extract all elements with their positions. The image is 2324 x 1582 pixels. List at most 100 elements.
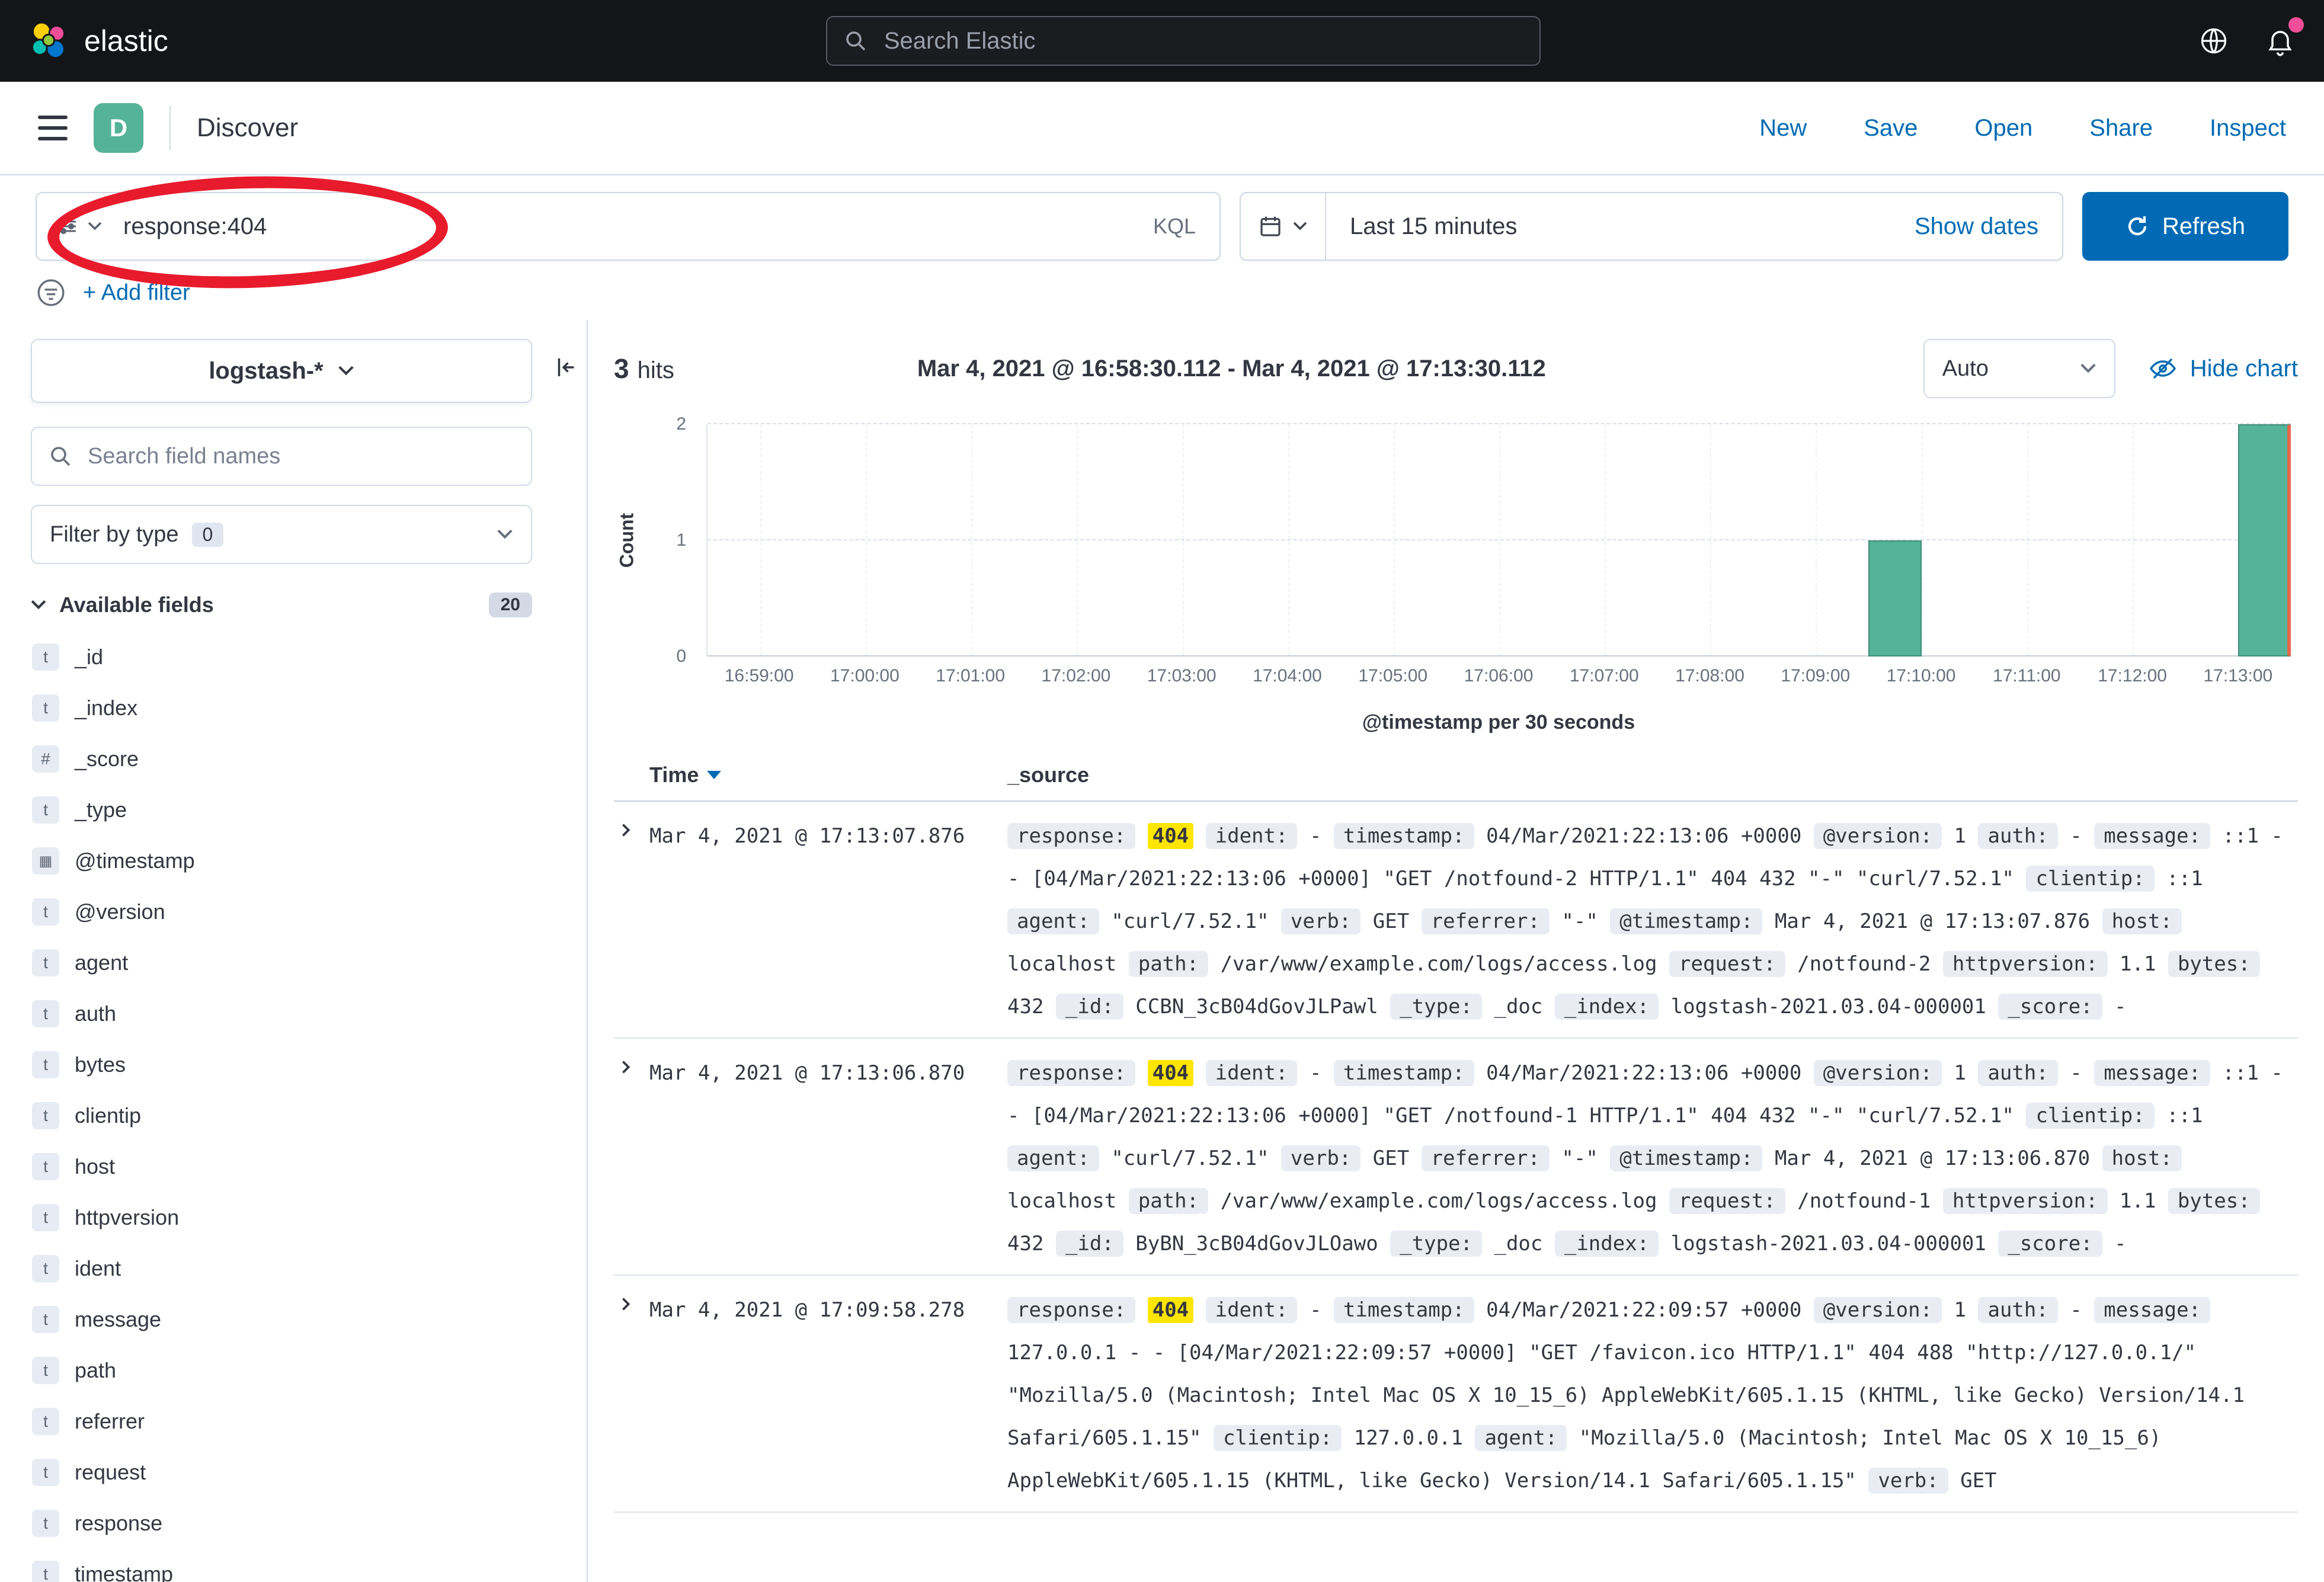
header-action-inspect[interactable]: Inspect (2210, 115, 2286, 142)
source-value: - (2070, 1061, 2082, 1085)
time-column-header[interactable]: Time (649, 763, 1007, 787)
header-action-save[interactable]: Save (1864, 115, 1918, 142)
field-item-auth[interactable]: tauth (0, 988, 587, 1039)
field-item-response[interactable]: tresponse (0, 1498, 587, 1549)
source-value: _doc (1494, 1232, 1542, 1256)
source-value: Mar 4, 2021 @ 17:13:07.876 (1775, 910, 2090, 933)
source-value: ByBN_3cB04dGovJLOawo (1135, 1232, 1378, 1256)
field-item-timestamp[interactable]: ttimestamp (0, 1549, 587, 1582)
source-value: 04/Mar/2021:22:13:06 +0000 (1486, 824, 1801, 848)
field-item-ident[interactable]: tident (0, 1243, 587, 1294)
source-value: logstash-2021.03.04-000001 (1671, 1232, 1986, 1256)
add-filter-link[interactable]: + Add filter (83, 280, 190, 306)
source-value: "curl/7.52.1" (1111, 910, 1269, 933)
chevron-down-icon (2080, 363, 2096, 374)
source-field-badge: @timestamp: (1610, 908, 1762, 934)
field-item-host[interactable]: thost (0, 1141, 587, 1192)
source-value: "-" (1561, 1147, 1598, 1170)
source-value: - (1310, 1061, 1321, 1085)
histogram-bar[interactable] (1868, 540, 1921, 657)
interval-select[interactable]: Auto (1923, 339, 2115, 398)
show-dates-link[interactable]: Show dates (1915, 213, 2062, 240)
field-item-@version[interactable]: t@version (0, 886, 587, 937)
field-item-_index[interactable]: t_index (0, 683, 587, 734)
row-timestamp: Mar 4, 2021 @ 17:09:58.278 (649, 1289, 1007, 1502)
elastic-logo-icon (28, 21, 69, 61)
string-field-icon: t (32, 1510, 59, 1537)
global-search-input[interactable] (882, 27, 1523, 56)
field-item-bytes[interactable]: tbytes (0, 1039, 587, 1090)
source-field-badge: path: (1129, 1188, 1208, 1214)
discover-app-icon[interactable]: D (94, 103, 143, 153)
globe-icon[interactable] (2198, 25, 2229, 56)
field-search-input[interactable] (85, 443, 514, 470)
source-field-badge: auth: (1978, 1297, 2057, 1323)
global-search[interactable] (826, 16, 1541, 66)
source-value: ::1 (2166, 1104, 2203, 1128)
time-range-value[interactable]: Last 15 minutes (1326, 213, 1517, 240)
source-value: 127.0.0.1 (1354, 1426, 1463, 1450)
field-item-path[interactable]: tpath (0, 1345, 587, 1396)
filter-sets-icon[interactable] (36, 277, 66, 308)
source-field-badge: ident: (1206, 1297, 1298, 1323)
string-field-icon: t (32, 1306, 59, 1333)
hide-chart-link[interactable]: Hide chart (2149, 354, 2298, 383)
collapse-sidebar-button[interactable] (555, 356, 578, 379)
field-name: @version (75, 899, 165, 924)
field-name: agent (75, 950, 128, 975)
source-field-badge: clientip: (1214, 1425, 1342, 1451)
source-value: /var/www/example.com/logs/access.log (1221, 952, 1657, 976)
header-action-open[interactable]: Open (1974, 115, 2032, 142)
refresh-button[interactable]: Refresh (2082, 192, 2288, 261)
row-timestamp: Mar 4, 2021 @ 17:13:06.870 (649, 1052, 1007, 1265)
field-item-clientip[interactable]: tclientip (0, 1090, 587, 1141)
source-value: - (2114, 995, 2126, 1019)
query-input[interactable] (114, 212, 1129, 241)
app-header: D Discover NewSaveOpenShareInspect (0, 82, 2324, 175)
expand-row-button[interactable] (614, 1289, 649, 1502)
source-field-badge: _id: (1056, 994, 1123, 1020)
field-item-_id[interactable]: t_id (0, 632, 587, 683)
source-value: GET (1960, 1469, 1996, 1493)
histogram-bar[interactable] (2238, 424, 2291, 657)
source-value: "-" (1561, 910, 1598, 933)
expand-row-button[interactable] (614, 1052, 649, 1265)
calendar-menu-button[interactable] (1241, 193, 1326, 260)
field-item-referrer[interactable]: treferrer (0, 1396, 587, 1447)
field-item-request[interactable]: trequest (0, 1447, 587, 1498)
source-field-badge: message: (2094, 1060, 2210, 1086)
hits-row: 3hits Mar 4, 2021 @ 16:58:30.112 - Mar 4… (614, 337, 2298, 401)
source-value: GET (1373, 910, 1409, 933)
source-field-badge: _index: (1555, 1231, 1659, 1257)
field-item-agent[interactable]: tagent (0, 937, 587, 988)
field-item-@timestamp[interactable]: ▦@timestamp (0, 835, 587, 886)
field-item-message[interactable]: tmessage (0, 1294, 587, 1345)
highlighted-source-value: 404 (1148, 1297, 1193, 1323)
menu-button[interactable] (38, 116, 68, 140)
doc-table-header: Time _source (614, 763, 2298, 802)
available-fields-header[interactable]: Available fields 20 (31, 593, 532, 617)
field-item-_score[interactable]: #_score (0, 734, 587, 784)
source-value: - (1310, 1298, 1321, 1322)
document-row: Mar 4, 2021 @ 17:13:07.876response: 404 … (614, 802, 2298, 1039)
header-action-share[interactable]: Share (2089, 115, 2153, 142)
interval-value: Auto (1942, 356, 1989, 382)
source-value: 04/Mar/2021:22:09:57 +0000 (1486, 1298, 1801, 1322)
x-axis-tick: 17:13:00 (2203, 666, 2272, 686)
chevron-down-icon (88, 222, 102, 231)
query-language-button[interactable]: KQL (1129, 214, 1219, 239)
index-pattern-select[interactable]: logstash-* (31, 339, 532, 403)
field-item-httpversion[interactable]: thttpversion (0, 1192, 587, 1243)
chevron-down-icon (497, 529, 513, 540)
alerts-bell-icon[interactable] (2265, 25, 2296, 56)
query-input-box[interactable]: KQL (36, 192, 1221, 261)
expand-row-button[interactable] (614, 815, 649, 1028)
elastic-brand[interactable]: elastic (28, 21, 168, 61)
source-field-badge: response: (1007, 823, 1135, 849)
source-field-badge: _type: (1390, 994, 1482, 1020)
field-item-_type[interactable]: t_type (0, 784, 587, 835)
saved-query-menu-button[interactable] (37, 214, 114, 238)
field-search-box[interactable] (31, 427, 532, 486)
header-action-new[interactable]: New (1759, 115, 1807, 142)
filter-by-type-select[interactable]: Filter by type 0 (31, 505, 532, 564)
